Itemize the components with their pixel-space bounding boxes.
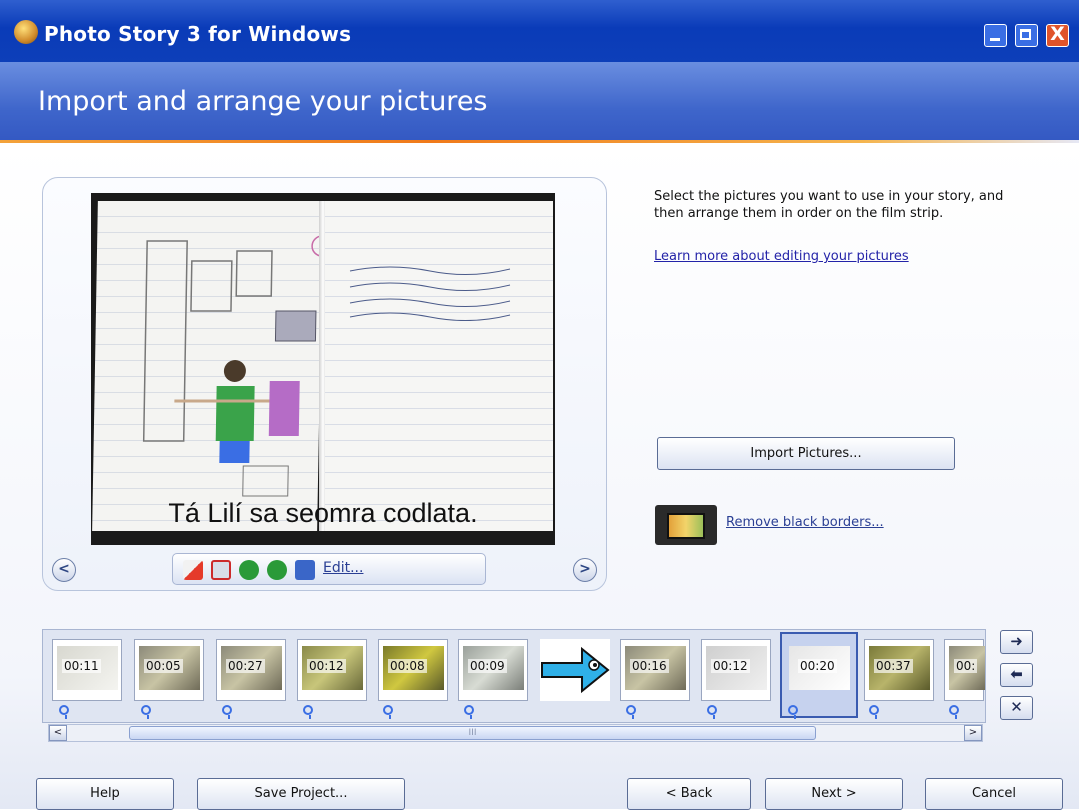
window-title: Photo Story 3 for Windows xyxy=(44,22,352,46)
handwriting-lines xyxy=(349,266,511,322)
notebook-left-page xyxy=(92,201,333,531)
frame-duration: 00:20 xyxy=(798,659,837,673)
frame-duration: 00: xyxy=(954,659,978,673)
filmstrip-item[interactable]: 00:09 xyxy=(458,639,528,701)
narration-marker-icon[interactable] xyxy=(303,705,313,719)
close-icon: X xyxy=(1050,23,1065,45)
back-button[interactable]: < Back xyxy=(627,778,751,810)
filmstrip-item[interactable]: 00:12 xyxy=(297,639,367,701)
rotate-right-icon[interactable] xyxy=(267,560,287,580)
instructions-text: Select the pictures you want to use in y… xyxy=(654,189,1004,221)
narration-marker-icon[interactable] xyxy=(383,705,393,719)
minimize-button[interactable] xyxy=(984,24,1007,47)
frame-duration: 00:12 xyxy=(711,659,750,673)
narration-marker-icon[interactable] xyxy=(626,705,636,719)
narration-marker-icon[interactable] xyxy=(707,705,717,719)
filmstrip-item[interactable]: 00: xyxy=(944,639,985,701)
frame-duration: 00:11 xyxy=(62,659,101,673)
narration-marker-icon[interactable] xyxy=(869,705,879,719)
filmstrip-item[interactable]: 00:16 xyxy=(620,639,690,701)
page-title: Import and arrange your pictures xyxy=(38,86,488,117)
edit-link[interactable]: Edit... xyxy=(323,560,363,576)
move-left-button[interactable]: ⬅ xyxy=(1000,663,1033,687)
move-right-button[interactable]: ➜ xyxy=(1000,630,1033,654)
drawing-illustration xyxy=(142,235,333,497)
filmstrip-item[interactable]: 00:08 xyxy=(378,639,448,701)
rotate-left-icon[interactable] xyxy=(239,560,259,580)
next-button[interactable]: Next > xyxy=(765,778,903,810)
narration-marker-icon[interactable] xyxy=(59,705,69,719)
frame-duration: 00:08 xyxy=(388,659,427,673)
remove-borders-icon[interactable] xyxy=(655,505,717,545)
red-eye-icon[interactable] xyxy=(211,560,231,580)
save-project-button[interactable]: Save Project... xyxy=(197,778,405,810)
frame-duration: 00:09 xyxy=(468,659,507,673)
filmstrip-item[interactable]: 00:27 xyxy=(216,639,286,701)
frame-duration: 00:27 xyxy=(226,659,265,673)
narration-marker-icon[interactable] xyxy=(949,705,959,719)
maximize-button[interactable] xyxy=(1015,24,1038,47)
narration-marker-icon[interactable] xyxy=(788,705,798,719)
delete-picture-button[interactable]: ✕ xyxy=(1000,696,1033,720)
previous-picture-button[interactable]: < xyxy=(52,558,76,582)
narration-marker-icon[interactable] xyxy=(141,705,151,719)
learn-more-link[interactable]: Learn more about editing your pictures xyxy=(654,249,909,264)
cancel-button[interactable]: Cancel xyxy=(925,778,1063,810)
app-icon xyxy=(14,20,38,44)
close-button[interactable]: X xyxy=(1046,23,1069,47)
frame-duration: 00:12 xyxy=(307,659,346,673)
frame-duration: 00:16 xyxy=(630,659,669,673)
remove-borders-link[interactable]: Remove black borders... xyxy=(726,515,884,530)
frame-duration: 00:37 xyxy=(874,659,913,673)
scroll-left-arrow[interactable]: < xyxy=(49,725,67,741)
filmstrip-item[interactable]: 00:12 xyxy=(701,639,771,701)
filmstrip-scrollbar[interactable]: < III > xyxy=(48,724,983,742)
filmstrip-item[interactable]: 00:37 xyxy=(864,639,934,701)
edit-toolbar: Edit... xyxy=(172,553,486,585)
scroll-thumb[interactable]: III xyxy=(129,726,816,740)
frame-duration: 00:05 xyxy=(144,659,183,673)
import-pictures-button[interactable]: Import Pictures... xyxy=(657,437,955,470)
preview-image: Tá Lilí sa seomra codlata. xyxy=(91,193,555,545)
filmstrip-item[interactable] xyxy=(540,639,610,701)
arrow-icon xyxy=(541,646,610,694)
help-button[interactable]: Help xyxy=(36,778,174,810)
auto-correct-icon[interactable] xyxy=(183,560,203,580)
filmstrip-item[interactable]: 00:05 xyxy=(134,639,204,701)
narration-marker-icon[interactable] xyxy=(464,705,474,719)
scroll-right-arrow[interactable]: > xyxy=(964,725,982,741)
notebook-right-page xyxy=(325,201,553,531)
filmstrip-item[interactable]: 00:11 xyxy=(52,639,122,701)
next-picture-button[interactable]: > xyxy=(573,558,597,582)
edit-icon[interactable] xyxy=(295,560,315,580)
preview-caption: Tá Lilí sa seomra codlata. xyxy=(168,498,478,528)
narration-marker-icon[interactable] xyxy=(222,705,232,719)
